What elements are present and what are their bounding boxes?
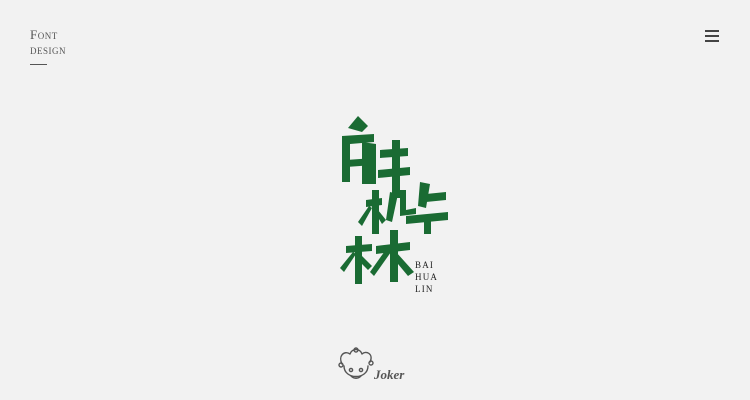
pinyin-bai: BAI bbox=[415, 260, 435, 270]
menu-bar-3 bbox=[705, 40, 719, 42]
brand-line-design: design bbox=[30, 42, 66, 57]
brand-line-font: Font bbox=[30, 27, 58, 42]
hamburger-menu-icon[interactable] bbox=[702, 26, 722, 44]
jester-head-icon: Joker bbox=[338, 347, 405, 382]
joker-label: Joker bbox=[373, 367, 405, 382]
pinyin-hua: HUA bbox=[415, 272, 439, 282]
menu-bar-1 bbox=[705, 30, 719, 32]
pinyin-lin: LIN bbox=[415, 284, 434, 294]
brand-underline bbox=[30, 64, 47, 65]
pinyin-label: BAI HUA LIN bbox=[415, 259, 438, 295]
joker-logo: Joker bbox=[336, 346, 416, 386]
brand-title: Font design bbox=[30, 28, 66, 65]
menu-bar-2 bbox=[705, 35, 719, 37]
char-bai-glyph bbox=[342, 116, 410, 198]
char-lin-glyph bbox=[340, 230, 414, 284]
char-hua-glyph bbox=[358, 182, 448, 234]
